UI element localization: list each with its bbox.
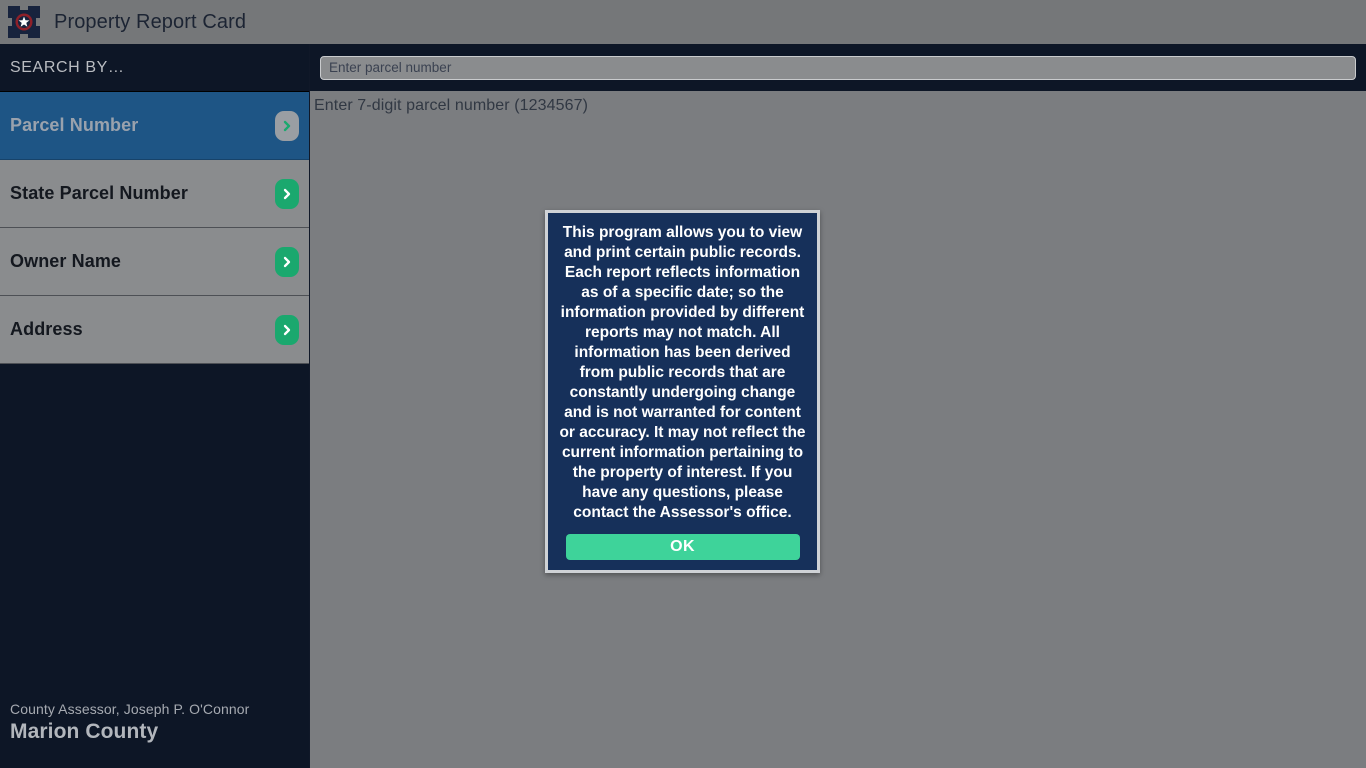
county-name: Marion County — [10, 720, 159, 743]
chevron-right-icon[interactable] — [275, 314, 299, 345]
sidebar-item-label: Owner Name — [10, 251, 122, 271]
sidebar-footer: County Assessor, Joseph P. O'Connor Mari… — [0, 701, 310, 744]
sidebar-item-parcel-number[interactable]: Parcel Number — [0, 92, 309, 160]
sidebar-item-label: Address — [10, 319, 83, 339]
chevron-right-icon[interactable] — [275, 110, 299, 141]
chevron-right-icon[interactable] — [275, 178, 299, 209]
sidebar-item-label: State Parcel Number — [10, 183, 188, 203]
assessor-name: County Assessor, Joseph P. O'Connor — [10, 701, 250, 717]
sidebar-item-label: Parcel Number — [10, 115, 139, 135]
search-by-list: Parcel Number State Parcel Number Owner … — [0, 91, 309, 364]
sidebar-item-state-parcel-number[interactable]: State Parcel Number — [0, 160, 309, 228]
disclaimer-dialog: This program allows you to view and prin… — [545, 210, 820, 573]
disclaimer-message: This program allows you to view and prin… — [559, 224, 806, 521]
main-content: Enter 7-digit parcel number (1234567) — [311, 91, 1366, 768]
search-bar — [310, 44, 1366, 91]
search-by-label: SEARCH BY… — [10, 58, 125, 76]
county-seal-star-icon — [8, 6, 40, 38]
ok-button[interactable]: OK — [565, 534, 800, 560]
sidebar-item-owner-name[interactable]: Owner Name — [0, 228, 309, 296]
search-input[interactable] — [320, 55, 1356, 80]
sidebar-item-address[interactable]: Address — [0, 296, 309, 364]
app-header: Property Report Card — [0, 0, 1366, 44]
page-title: Property Report Card — [54, 10, 247, 33]
search-hint-text: Enter 7-digit parcel number (1234567) — [314, 97, 589, 114]
sidebar-header: SEARCH BY… — [0, 44, 309, 91]
chevron-right-icon[interactable] — [275, 246, 299, 277]
sidebar: SEARCH BY… Parcel Number State Parcel Nu… — [0, 44, 310, 768]
